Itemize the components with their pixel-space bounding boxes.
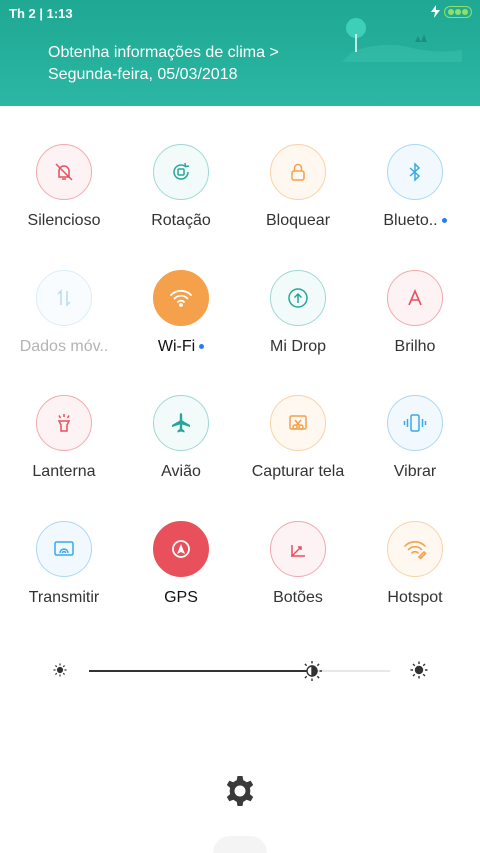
tree-illustration	[342, 18, 462, 62]
brightness-slider-thumb[interactable]	[301, 660, 323, 682]
toggle-label: GPS	[164, 589, 198, 606]
toggle-airplane[interactable]: Avião	[126, 395, 236, 481]
cast-icon	[36, 521, 92, 577]
toggle-label: Silencioso	[27, 212, 101, 229]
toggle-label: Vibrar	[393, 463, 437, 480]
gps-icon	[153, 521, 209, 577]
toggle-brightness-auto[interactable]: Brilho	[360, 270, 470, 356]
toggle-label: Avião	[161, 463, 201, 480]
active-dot	[441, 218, 447, 224]
toggle-buttons[interactable]: Botões	[243, 521, 353, 607]
toggle-label: Transmitir	[28, 589, 100, 606]
toggle-screenshot[interactable]: Capturar tela	[243, 395, 353, 481]
header-date: Segunda-feira, 05/03/2018	[48, 66, 238, 83]
toggle-silent[interactable]: Silencioso	[9, 144, 119, 230]
toggle-rotation[interactable]: Rotação	[126, 144, 236, 230]
weather-info-link[interactable]: Obtenha informações de clima >	[48, 44, 279, 62]
toggle-mobile-data[interactable]: Dados móv..	[9, 270, 119, 356]
buttons-icon	[270, 521, 326, 577]
toggle-label: Dados móv..	[19, 338, 109, 355]
mobile-data-icon	[36, 270, 92, 326]
airplane-icon	[153, 395, 209, 451]
toggle-label: Capturar tela	[251, 463, 345, 480]
wifi-icon	[153, 270, 209, 326]
toggle-wifi[interactable]: Wi-Fi	[126, 270, 236, 356]
toggle-flashlight[interactable]: Lanterna	[9, 395, 119, 481]
brightness-slider[interactable]	[89, 670, 390, 672]
toggle-label: Rotação	[151, 212, 211, 229]
toggle-hotspot[interactable]: Hotspot	[360, 521, 470, 607]
brightness-low-icon	[53, 663, 67, 677]
toggle-vibrate[interactable]: Vibrar	[360, 395, 470, 481]
screenshot-icon	[270, 395, 326, 451]
toggle-label: Bloquear	[265, 212, 331, 229]
toggle-label: Botões	[273, 589, 323, 606]
toggle-label: Wi-Fi	[126, 338, 236, 356]
flashlight-icon	[36, 395, 92, 451]
vibrate-icon	[387, 395, 443, 451]
toggle-label: Brilho	[394, 338, 436, 355]
brightness-slider-fill	[89, 670, 312, 672]
toggle-lock[interactable]: Bloquear	[243, 144, 353, 230]
status-time: Th 2 | 1:13	[9, 6, 73, 21]
active-dot	[199, 344, 205, 350]
bluetooth-icon	[387, 144, 443, 200]
toggle-mi-drop[interactable]: Mi Drop	[243, 270, 353, 356]
toggle-bluetooth[interactable]: Blueto..	[360, 144, 470, 230]
settings-gear-icon[interactable]	[223, 774, 257, 808]
lock-icon	[270, 144, 326, 200]
brightness-high-icon	[410, 661, 428, 679]
hotspot-icon	[387, 521, 443, 577]
toggle-label: Blueto..	[360, 212, 470, 230]
brightness-auto-icon	[387, 270, 443, 326]
bell-off-icon	[36, 144, 92, 200]
pull-handle[interactable]	[213, 836, 267, 853]
toggle-gps[interactable]: GPS	[126, 521, 236, 607]
weather-header[interactable]: Th 2 | 1:13 Obtenha informações de clima…	[0, 0, 480, 106]
rotation-icon	[153, 144, 209, 200]
toggle-cast[interactable]: Transmitir	[9, 521, 119, 607]
toggle-label: Hotspot	[387, 589, 443, 606]
toggle-label: Mi Drop	[269, 338, 326, 355]
mi-drop-icon	[270, 270, 326, 326]
toggle-label: Lanterna	[32, 463, 96, 480]
